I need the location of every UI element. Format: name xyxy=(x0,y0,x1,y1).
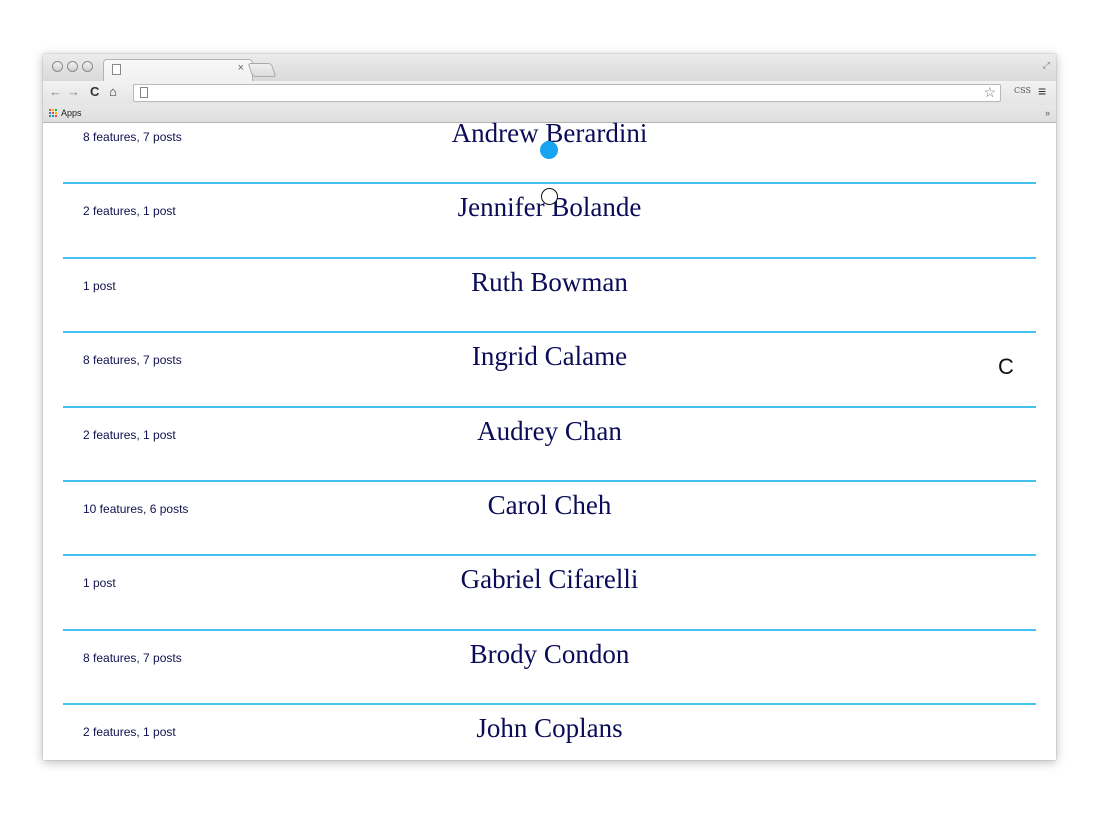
list-item[interactable]: 2 features, 1 post Audrey Chan xyxy=(63,408,1036,482)
forward-button[interactable]: → xyxy=(67,84,80,100)
list-item[interactable]: 8 features, 7 posts Ingrid Calame xyxy=(63,333,1036,408)
cursor-ring-icon xyxy=(541,188,558,205)
list-item[interactable]: 10 features, 6 posts Carol Cheh xyxy=(63,482,1036,557)
artist-list: 8 features, 7 posts Andrew Berardini 2 f… xyxy=(43,118,1056,760)
close-window-button[interactable] xyxy=(52,61,63,72)
bookmark-star-icon[interactable]: ☆ xyxy=(983,84,996,101)
page-icon xyxy=(140,87,148,98)
artist-name[interactable]: Ingrid Calame xyxy=(63,341,1036,372)
cursor-dot-icon xyxy=(540,141,558,159)
menu-icon[interactable]: ≡ xyxy=(1038,83,1046,99)
floating-letter: C xyxy=(998,354,1014,379)
fullscreen-icon[interactable]: ⤢ xyxy=(1043,60,1050,71)
artist-name[interactable]: Carol Cheh xyxy=(63,490,1036,521)
artist-name[interactable]: Brody Condon xyxy=(63,639,1036,670)
browser-tab[interactable]: × xyxy=(103,59,253,81)
back-button[interactable]: ← xyxy=(49,84,62,100)
artist-name[interactable]: Ruth Bowman xyxy=(63,267,1036,298)
tab-close-icon[interactable]: × xyxy=(238,62,244,74)
reload-button[interactable]: C xyxy=(90,84,99,100)
browser-window: × ⤢ ← → C ⌂ ☆ CSS ≡ Apps » 8 features, 7… xyxy=(43,54,1056,760)
list-item[interactable]: 2 features, 1 post John Coplans xyxy=(63,705,1036,760)
home-button[interactable]: ⌂ xyxy=(109,84,117,100)
list-item[interactable]: 1 post Ruth Bowman xyxy=(63,259,1036,334)
tab-strip: × ⤢ xyxy=(43,54,1056,81)
page-icon xyxy=(112,64,121,75)
artist-name[interactable]: Audrey Chan xyxy=(63,416,1036,447)
list-item[interactable]: 1 post Gabriel Cifarelli xyxy=(63,556,1036,631)
css-extension-button[interactable]: CSS xyxy=(1014,86,1031,95)
new-tab-button[interactable] xyxy=(247,63,277,77)
apps-grid-icon[interactable] xyxy=(49,109,58,118)
minimize-window-button[interactable] xyxy=(67,61,78,72)
zoom-window-button[interactable] xyxy=(82,61,93,72)
list-item[interactable]: 8 features, 7 posts Brody Condon xyxy=(63,631,1036,706)
address-bar[interactable]: ☆ xyxy=(133,84,1001,102)
bookmarks-overflow-icon[interactable]: » xyxy=(1045,108,1050,118)
toolbar: ← → C ⌂ ☆ CSS ≡ xyxy=(43,81,1056,105)
artist-name[interactable]: Gabriel Cifarelli xyxy=(63,564,1036,595)
artist-name[interactable]: John Coplans xyxy=(63,713,1036,744)
